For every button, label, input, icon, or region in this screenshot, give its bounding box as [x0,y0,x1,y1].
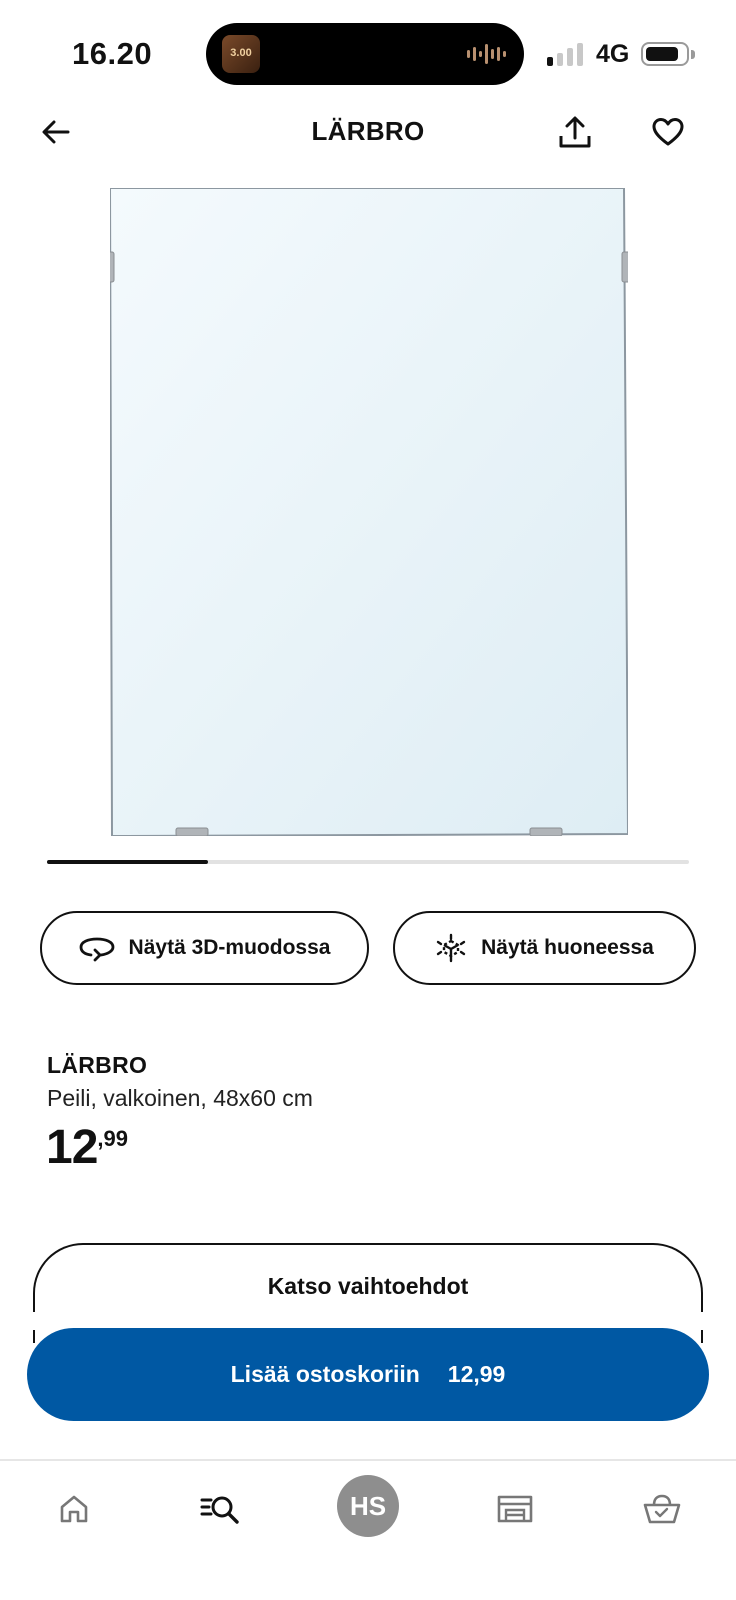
view-3d-button[interactable]: Näytä 3D-muodossa [40,911,369,985]
heart-icon [652,118,684,146]
page-title: LÄRBRO [311,116,425,146]
basket-icon [643,1494,681,1524]
network-type: 4G [596,40,630,68]
nav-home[interactable] [44,1479,104,1539]
status-bar: 16.20 3.00 4G [0,0,736,100]
cellular-signal-icon [547,42,583,66]
audio-waveform-icon [467,43,506,65]
home-icon [60,1495,88,1523]
nav-cart[interactable] [632,1479,692,1539]
add-to-cart-label: Lisää ostoskoriin [230,1361,420,1387]
now-playing-artwork: 3.00 [222,35,260,73]
product-name: LÄRBRO [47,1052,148,1078]
search-list-icon [200,1496,239,1524]
ar-cube-icon [436,933,466,963]
nav-profile-avatar[interactable]: HS [337,1475,399,1537]
nav-search[interactable] [190,1479,250,1539]
battery-cap [691,50,695,59]
add-to-cart-button[interactable]: Lisää ostoskoriin 12,99 [27,1328,709,1421]
dynamic-island[interactable]: 3.00 [206,23,524,85]
gallery-progress-bar [47,860,689,864]
price-integer: 12 [46,1121,98,1174]
rotate-3d-icon [79,937,114,962]
product-image-mirror [110,188,628,836]
add-to-cart-price: 12,99 [447,1361,506,1387]
share-icon [559,116,591,148]
product-price: 12 ,99 [46,1120,128,1176]
nav-stores[interactable] [485,1479,545,1539]
share-button[interactable] [553,108,597,156]
battery-icon [641,42,689,66]
bottom-navigation: HS [0,1459,736,1600]
favorite-button[interactable] [646,110,690,154]
header: LÄRBRO [0,100,736,180]
view-3d-label: Näytä 3D-muodossa [128,936,331,959]
product-description: Peili, valkoinen, 48x60 cm [47,1085,313,1111]
view-in-room-label: Näytä huoneessa [481,936,654,959]
now-playing-artwork-text: 3.00 [230,47,252,59]
status-time: 16.20 [72,36,153,71]
price-decimal: ,99 [97,1126,128,1151]
gallery-progress-fill [47,860,208,864]
view-in-room-button[interactable]: Näytä huoneessa [393,911,696,985]
product-image-gallery[interactable] [0,180,736,840]
store-icon [497,1495,533,1523]
